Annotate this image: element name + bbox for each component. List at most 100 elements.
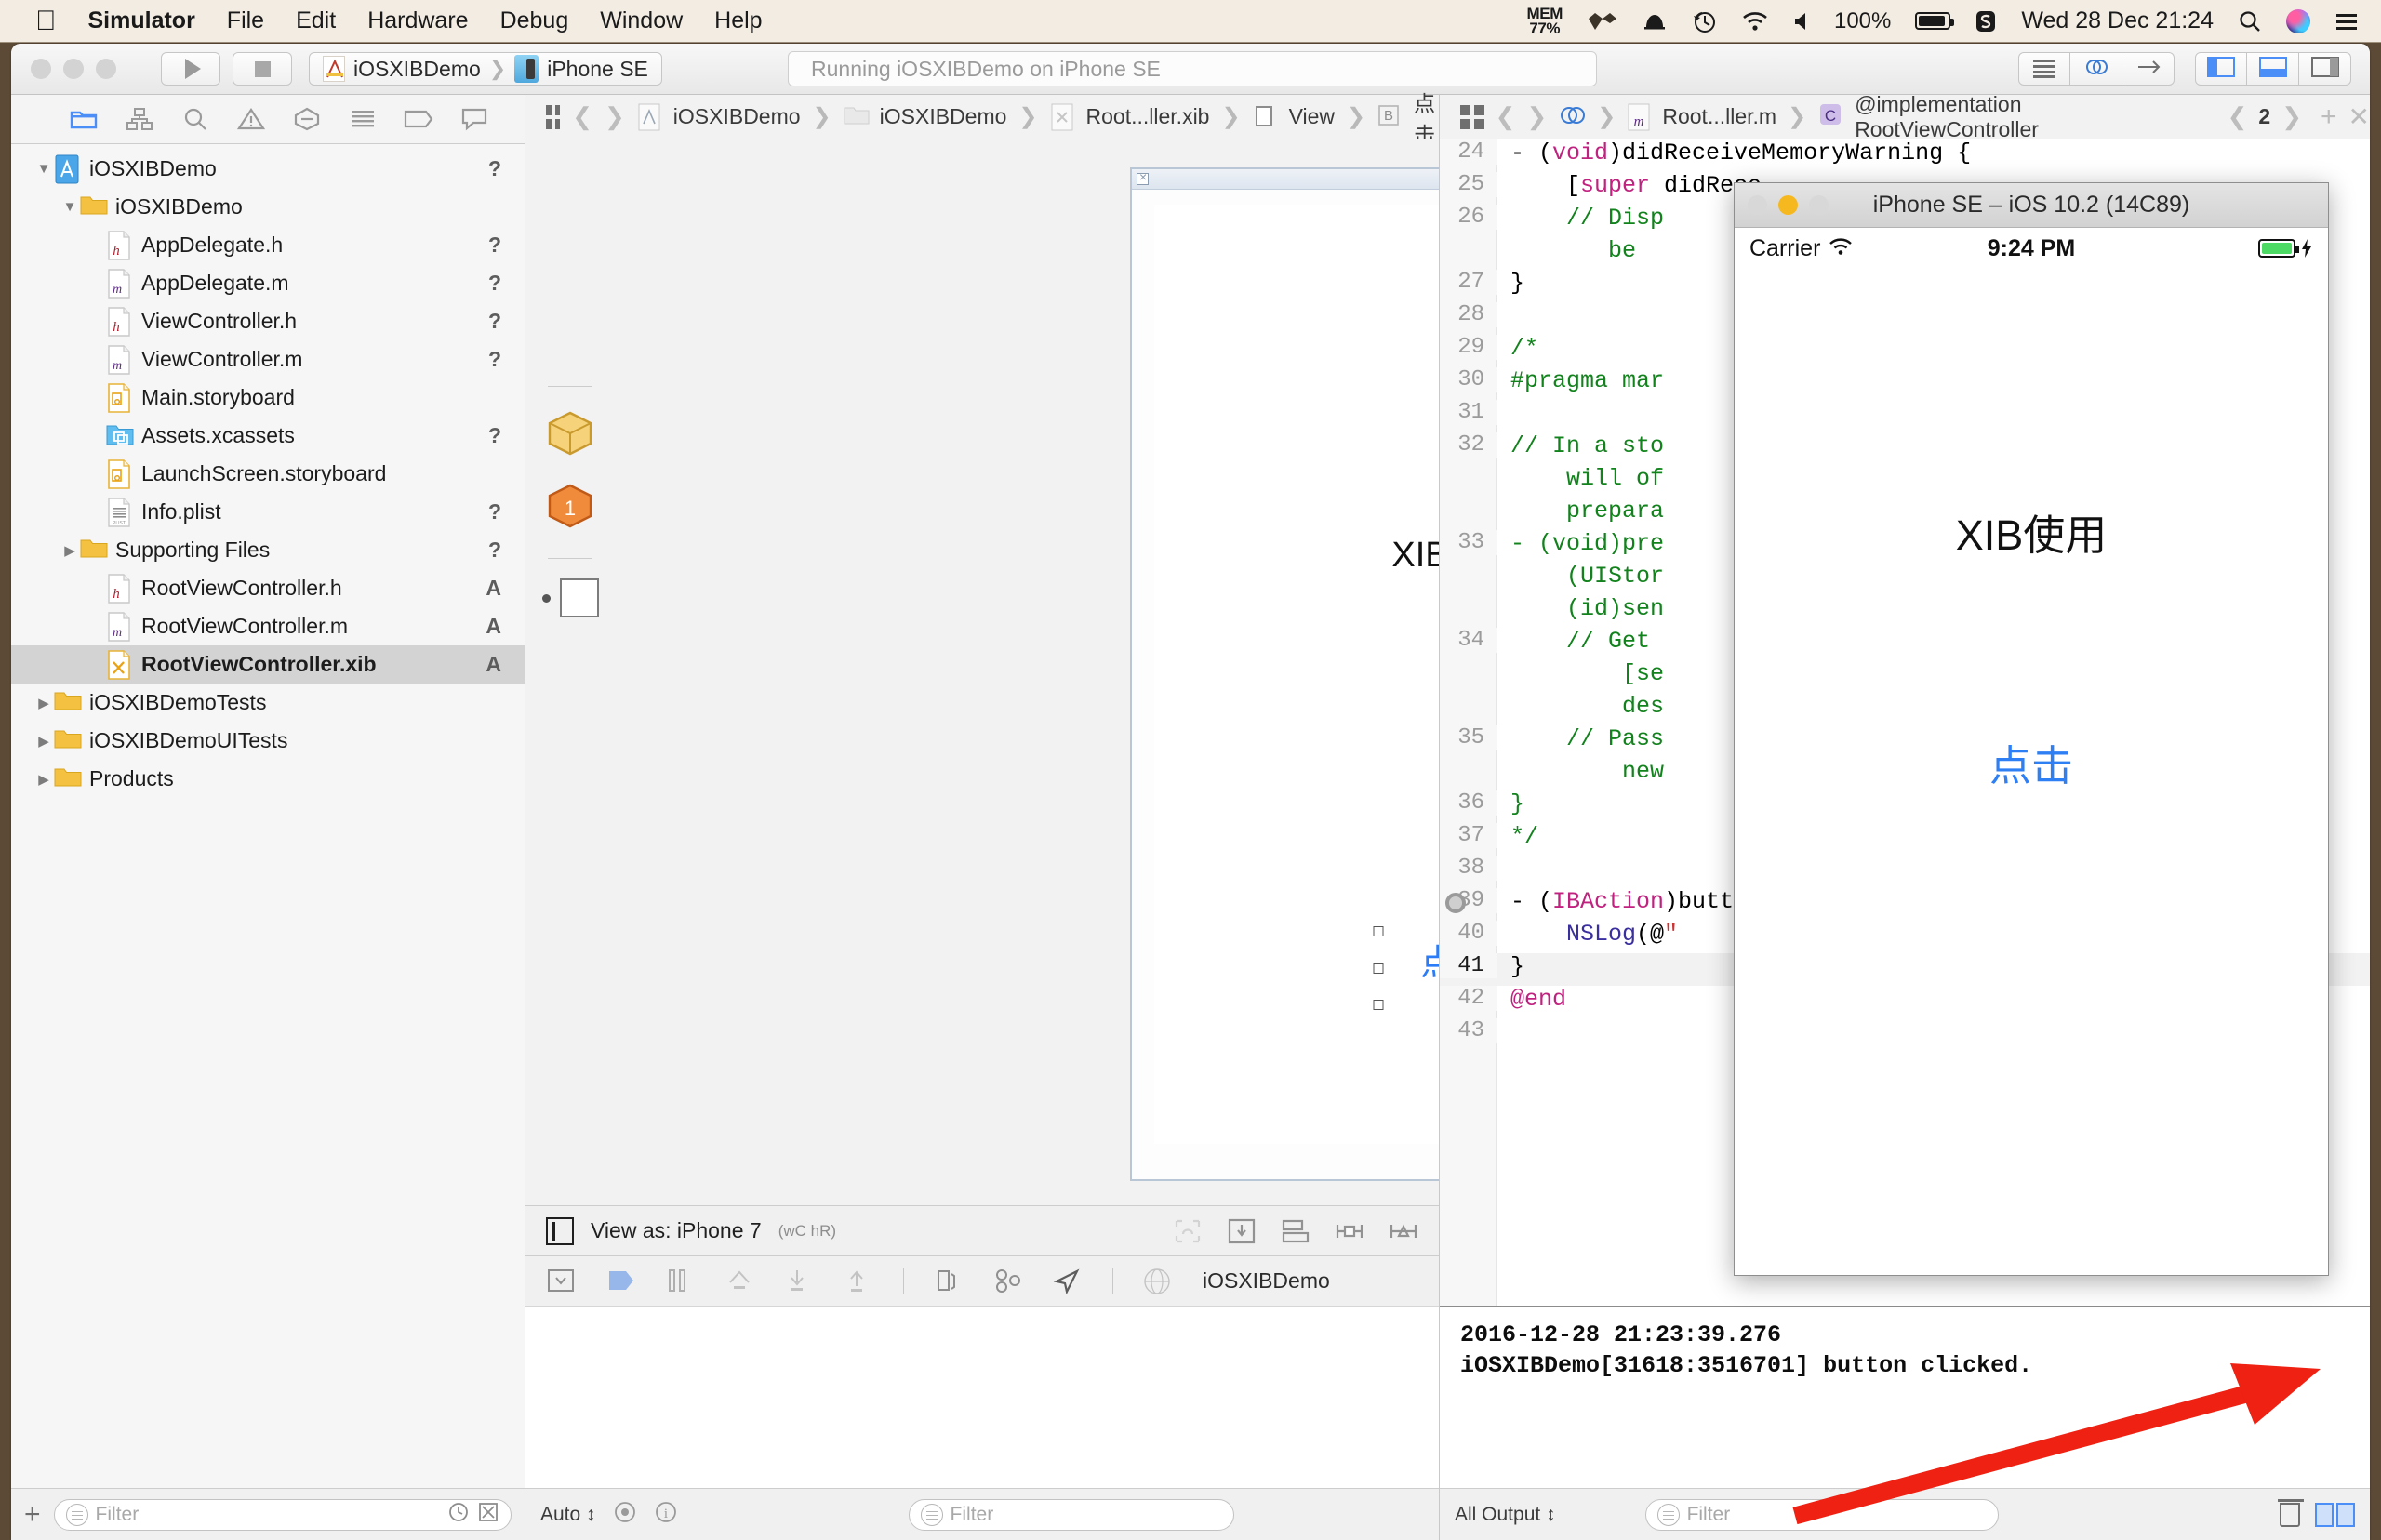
add-file-button[interactable]: + [24,1499,41,1531]
debug-navigator-tab[interactable] [335,107,391,131]
close-icon[interactable] [1137,173,1149,185]
file-tree-row[interactable]: ▶iOSXIBDemoUITests [11,722,525,760]
standard-editor-button[interactable] [2018,52,2070,86]
disclosure-closed-icon[interactable]: ▶ [33,695,54,711]
file-tree-row[interactable]: ▶iOSXIBDemoTests [11,684,525,722]
simulator-titlebar[interactable]: iPhone SE – iOS 10.2 (14C89) [1735,183,2328,228]
source-control-filter-icon[interactable] [477,1501,499,1529]
file-tree-row[interactable]: hAppDelegate.h? [11,226,525,264]
back-arrow-icon[interactable]: ❮ [1496,102,1516,131]
info-icon[interactable]: i [654,1500,678,1530]
apple-logo-icon[interactable]:  [35,7,57,35]
editor-jumpbar-file[interactable]: Root...ller.m [1662,104,1776,129]
window-traffic-lights[interactable] [31,59,116,79]
file-tree-row[interactable]: hViewController.h? [11,302,525,340]
simulate-location-icon[interactable] [1053,1268,1083,1295]
related-items-icon[interactable] [1460,105,1484,129]
first-responder-cube-icon[interactable]: 1 [546,482,594,530]
menu-item-debug[interactable]: Debug [500,7,569,34]
file-tree-row[interactable]: ▶Products [11,760,525,798]
pause-icon[interactable] [665,1268,695,1295]
file-tree-row[interactable]: Main.storyboard [11,378,525,417]
ib-jumpbar-item-project[interactable]: iOSXIBDemo [673,104,801,129]
line-number[interactable]: 26 [1440,205,1497,230]
wifi-icon[interactable] [1741,10,1769,33]
dropbox-icon[interactable] [1587,10,1618,33]
bell-icon[interactable] [1643,9,1667,33]
clock-history-icon[interactable] [1691,8,1717,34]
line-number[interactable]: 32 [1440,432,1497,458]
editor-mode-segmented-control[interactable] [2018,52,2175,86]
minimize-button[interactable] [63,59,84,79]
line-number[interactable]: 31 [1440,400,1497,425]
variables-view[interactable] [525,1306,1439,1488]
menu-item-file[interactable]: File [227,7,264,34]
document-outline-toggle-icon[interactable] [546,1217,574,1245]
resolve-auto-layout-icon[interactable] [1389,1217,1418,1245]
minimize-button[interactable] [1778,195,1798,215]
stop-button[interactable] [233,52,292,86]
close-editor-icon[interactable]: ✕ [2348,101,2370,132]
align-icon[interactable] [1281,1217,1310,1245]
console-output-view[interactable]: 2016-12-28 21:23:39.276iOSXIBDemo[31618:… [1440,1306,2370,1488]
related-items-icon[interactable] [546,105,560,129]
ib-canvas[interactable]: 1 XIB使用 点击 [525,139,1439,1205]
file-tree-row[interactable]: PLISTInfo.plist? [11,493,525,531]
file-tree-row[interactable]: RootViewController.xibA [11,645,525,684]
spotlight-search-icon[interactable] [2238,9,2262,33]
line-number[interactable]: 25 [1440,172,1497,197]
variables-scope-select[interactable]: Auto ↕ [540,1504,596,1526]
navigator-filter-field[interactable]: Filter [54,1499,512,1531]
issue-navigator-tab[interactable] [223,107,279,131]
app-click-button[interactable]: 点击 [1735,732,2328,792]
update-frames-icon[interactable] [1173,1217,1203,1245]
simulator-window[interactable]: iPhone SE – iOS 10.2 (14C89) Carrier 9:2… [1734,182,2329,1276]
zoom-button[interactable] [96,59,116,79]
line-number[interactable]: 24 [1440,139,1497,165]
view-hierarchy-icon[interactable] [934,1268,964,1295]
assistant-editor-icon[interactable] [1558,104,1586,130]
step-into-icon[interactable] [784,1268,814,1295]
forward-arrow-icon[interactable]: ❯ [605,102,625,131]
memory-indicator[interactable]: MEM 77% [1527,7,1563,35]
view-as-label[interactable]: View as: iPhone 7 [591,1218,762,1243]
file-tree-row[interactable]: mViewController.m? [11,340,525,378]
ib-view-outline-item[interactable] [542,578,599,617]
debug-area-toggle-button[interactable] [2247,52,2299,86]
watch-icon[interactable] [613,1500,637,1530]
pane-toggle-segmented-control[interactable] [2195,52,2351,86]
menu-item-hardware[interactable]: Hardware [367,7,468,34]
file-proxy-cube-icon[interactable] [546,409,594,458]
line-number[interactable]: 41 [1440,953,1497,978]
ib-view-content[interactable]: XIB使用 点击 [1154,205,1439,1144]
file-tree-row[interactable]: ▼iOSXIBDemo [11,188,525,226]
battery-percent-label[interactable]: 100% [1834,8,1891,34]
test-navigator-tab[interactable] [279,107,335,131]
disclosure-closed-icon[interactable]: ▶ [33,733,54,750]
menu-item-edit[interactable]: Edit [296,7,336,34]
line-number[interactable]: 30 [1440,367,1497,392]
add-editor-icon[interactable]: + [2321,101,2337,133]
symbol-navigator-tab[interactable] [112,107,167,131]
line-number[interactable]: 34 [1440,628,1497,653]
scheme-selector[interactable]: iOSXIBDemo ❯ iPhone SE [309,52,662,86]
previous-assistant-icon[interactable]: ❮ [2228,102,2248,131]
continue-icon[interactable] [605,1268,635,1295]
utilities-toggle-button[interactable] [2299,52,2351,86]
console-filter-field[interactable]: Filter [1645,1499,1999,1531]
assistant-editor-button[interactable] [2070,52,2122,86]
notification-center-icon[interactable] [2334,11,2359,32]
clock-filter-icon[interactable] [447,1501,470,1529]
menu-app-name[interactable]: Simulator [88,7,195,34]
line-number[interactable]: 33 [1440,530,1497,555]
disclosure-closed-icon[interactable]: ▶ [33,771,54,788]
ib-device-frame[interactable]: XIB使用 点击 [1130,167,1439,1181]
volume-icon[interactable] [1793,10,1810,33]
report-navigator-tab[interactable] [446,107,502,131]
ib-jumpbar-item-group[interactable]: iOSXIBDemo [880,104,1007,129]
clear-console-icon[interactable] [2280,1503,2300,1527]
simulator-screen[interactable]: XIB使用 点击 [1735,269,2328,1275]
ib-button-element[interactable]: 点击 [1415,932,1439,987]
ib-label-element[interactable]: XIB使用 [1154,525,1439,577]
siri-icon[interactable] [2286,9,2310,33]
